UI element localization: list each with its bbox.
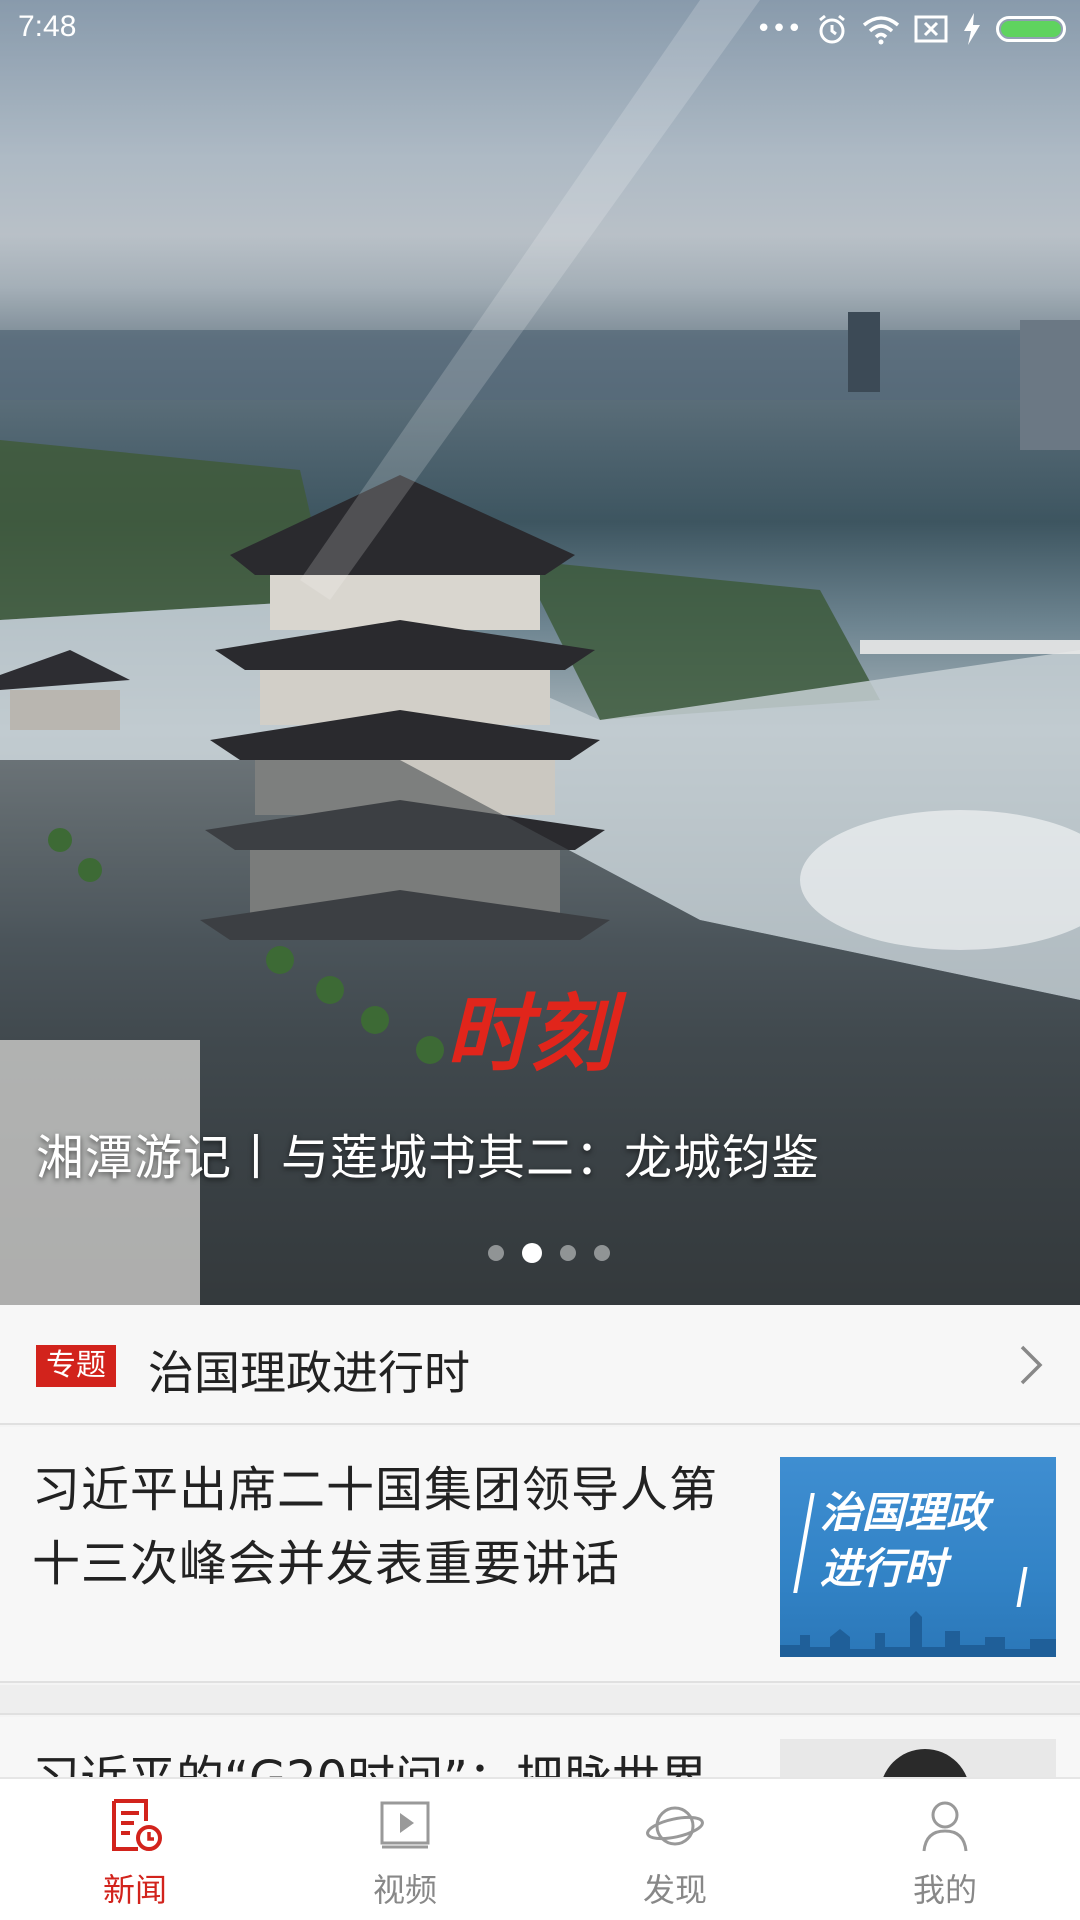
thumb-bracket — [1016, 1567, 1028, 1607]
charging-icon — [964, 13, 980, 45]
status-bar: 7:48 ••• — [0, 0, 1080, 60]
chevron-right-icon — [1020, 1345, 1043, 1385]
topic-badge: 专题 — [36, 1345, 116, 1387]
status-time: 7:48 — [18, 10, 77, 43]
battery-icon — [996, 16, 1066, 42]
carousel-dot[interactable] — [594, 1245, 610, 1261]
news-item-title: 习近平的“G20时间”：把脉世界 — [32, 1739, 708, 1777]
news-item[interactable]: 习近平的“G20时间”：把脉世界 — [0, 1717, 1080, 1777]
alarm-icon — [819, 14, 845, 44]
topic-title: 治国理政进行时 — [148, 1346, 470, 1400]
sim-icon — [914, 15, 948, 43]
more-icon: ••• — [755, 14, 802, 44]
tab-video[interactable]: 视频 — [270, 1779, 540, 1920]
news-item-thumbnail — [780, 1739, 1056, 1777]
tab-label: 发现 — [642, 1871, 707, 1909]
carousel-dot[interactable] — [560, 1245, 576, 1261]
tab-label: 新闻 — [102, 1871, 167, 1909]
discover-icon — [646, 1806, 704, 1846]
news-item-thumbnail: 治国理政 进行时 — [780, 1457, 1056, 1657]
bottom-tab-bar: 新闻 视频 发现 我的 — [0, 1777, 1080, 1920]
thumbnail-portrait — [880, 1749, 970, 1777]
carousel-dot-active[interactable] — [522, 1243, 542, 1263]
hero-image — [0, 0, 1080, 1305]
news-item-title: 习近平出席二十国集团领导人第十三次峰会并发表重要讲话 — [32, 1462, 719, 1592]
shike-logo: 时刻 — [446, 985, 627, 1083]
tab-label: 视频 — [372, 1871, 437, 1909]
list-separator — [0, 1685, 1080, 1715]
thumb-text-line1: 治国理政 — [820, 1488, 989, 1537]
svg-text:时刻: 时刻 — [446, 985, 627, 1083]
thumb-text: 治国理政 进行时 — [820, 1485, 988, 1597]
tab-label: 我的 — [912, 1871, 977, 1909]
hero-title[interactable]: 湘潭游记丨与莲城书其二：龙城钧鉴 — [36, 1118, 1036, 1188]
tab-profile[interactable]: 我的 — [810, 1779, 1080, 1920]
hero-banner[interactable]: 7:48 ••• 时刻 湘潭游记丨与莲城书其二：龙城钧鉴 — [0, 0, 1080, 1305]
skyline-illustration — [780, 1611, 1056, 1657]
news-icon — [112, 1799, 162, 1851]
news-item[interactable]: 习近平出席二十国集团领导人第十三次峰会并发表重要讲话 治国理政 进行时 — [0, 1427, 1080, 1683]
tab-discover[interactable]: 发现 — [540, 1779, 810, 1920]
wifi-icon — [862, 16, 900, 45]
carousel-dot[interactable] — [488, 1245, 504, 1261]
thumb-text-line2: 进行时 — [820, 1544, 947, 1593]
status-icons: ••• — [756, 12, 1066, 46]
topic-row[interactable]: 专题 治国理政进行时 — [0, 1305, 1080, 1425]
thumb-bracket — [793, 1493, 815, 1593]
video-icon — [380, 1801, 430, 1849]
profile-icon — [922, 1801, 968, 1852]
battery-level — [1001, 21, 1061, 37]
carousel-indicator — [488, 1243, 610, 1263]
tab-news[interactable]: 新闻 — [0, 1779, 270, 1920]
